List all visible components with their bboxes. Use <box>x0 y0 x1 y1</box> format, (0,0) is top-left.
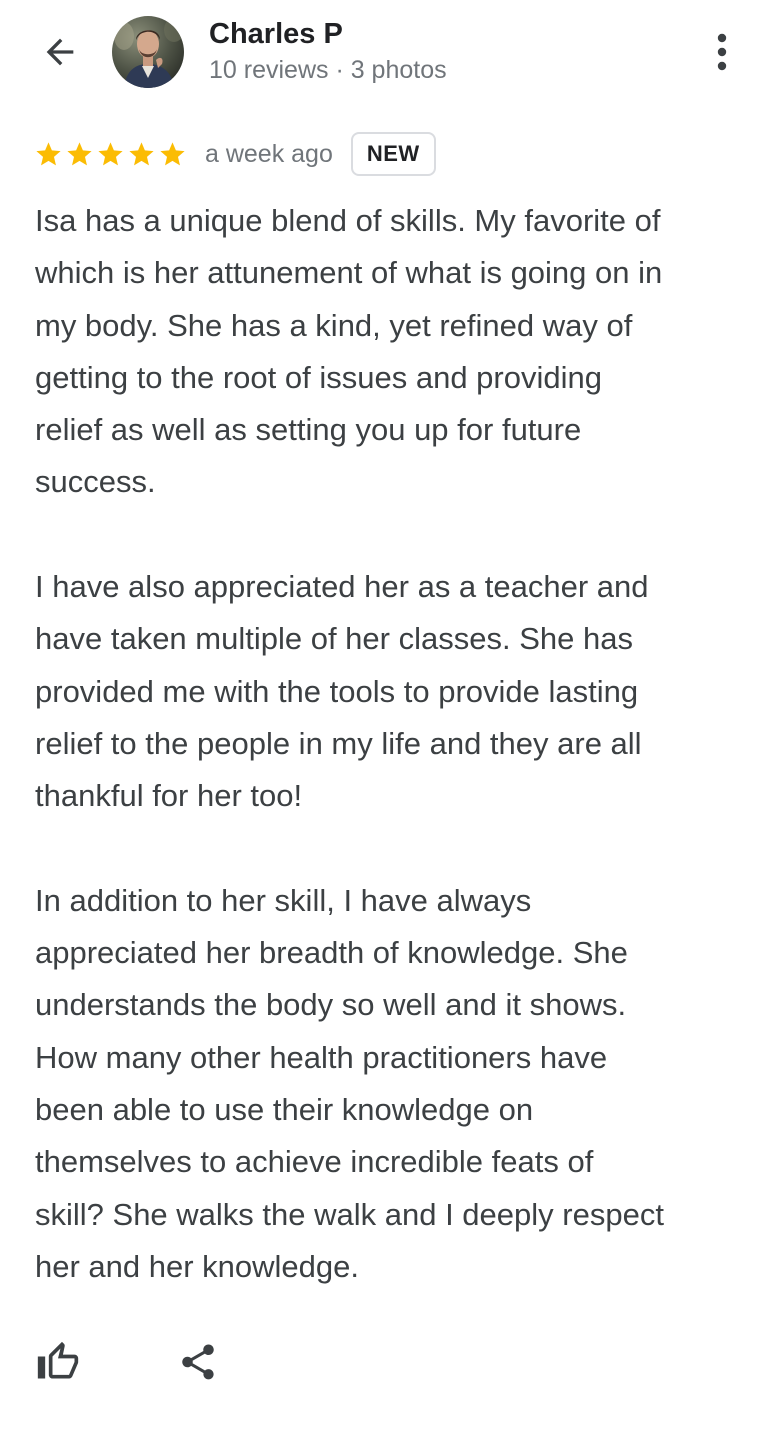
star-icon <box>160 141 185 165</box>
review-header: Charles P 10 reviews · 3 photos <box>0 0 783 110</box>
star-rating <box>34 140 187 169</box>
review-paragraph: In addition to her skill, I have always … <box>35 882 664 1284</box>
like-button[interactable] <box>30 1334 86 1390</box>
thumb-up-icon <box>37 1341 79 1379</box>
reviewer-name[interactable]: Charles P <box>209 16 343 52</box>
more-options-button[interactable] <box>698 26 746 78</box>
share-icon <box>182 1344 214 1380</box>
star-icon <box>36 141 61 165</box>
avatar[interactable] <box>112 16 184 88</box>
review-text: Isa has a unique blend of skills. My fav… <box>35 195 765 1293</box>
arrow-back-icon <box>46 38 74 66</box>
review-actions <box>30 1332 226 1392</box>
star-icon <box>129 141 154 165</box>
share-button[interactable] <box>170 1334 226 1390</box>
star-icon <box>67 141 92 165</box>
review-paragraph: I have also appreciated her as a teacher… <box>35 569 649 814</box>
reviewer-photo <box>112 16 184 88</box>
reviewer-stats[interactable]: 10 reviews · 3 photos <box>209 54 447 86</box>
review-time: a week ago <box>205 139 333 168</box>
new-badge: NEW <box>350 132 436 176</box>
star-icon <box>98 141 123 165</box>
more-vert-icon <box>717 33 727 71</box>
review-paragraph: Isa has a unique blend of skills. My fav… <box>35 203 663 500</box>
rating-row: a week ago NEW <box>34 130 436 178</box>
back-button[interactable] <box>30 24 90 80</box>
